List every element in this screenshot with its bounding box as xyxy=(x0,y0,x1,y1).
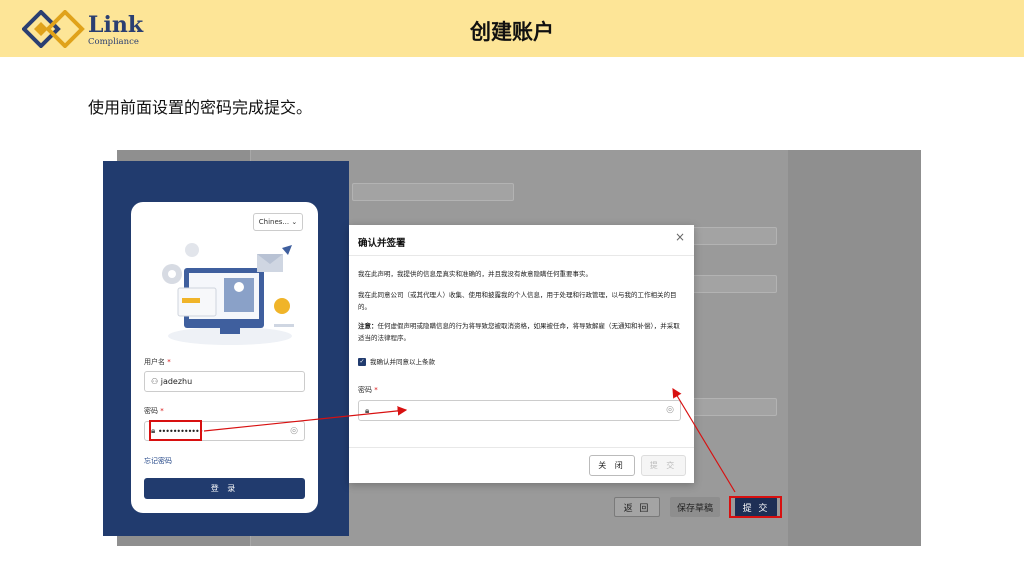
eye-off-icon[interactable]: ◎ xyxy=(666,405,674,415)
forgot-password-link[interactable]: 忘记密码 xyxy=(144,456,172,466)
highlight-box-submit xyxy=(729,496,782,518)
background-field xyxy=(692,275,777,293)
login-illustration xyxy=(162,243,294,345)
login-button[interactable]: 登 录 xyxy=(144,478,305,499)
agree-label: 我确认并同意以上条款 xyxy=(370,358,435,366)
language-select-value: Chines... xyxy=(258,218,290,226)
chevron-down-icon: ⌄ xyxy=(291,218,298,226)
user-icon: ⚇ xyxy=(151,377,159,386)
check-icon: ✓ xyxy=(359,358,365,365)
save-draft-button[interactable]: 保存草稿 xyxy=(670,497,720,517)
close-icon[interactable]: × xyxy=(675,230,685,244)
dialog-title: 确认并签署 xyxy=(358,238,406,249)
dialog-password-label: 密码 * xyxy=(358,386,378,394)
dialog-close-button[interactable]: 关 闭 xyxy=(589,455,635,476)
background-field xyxy=(692,398,777,416)
highlight-box-password xyxy=(149,420,202,441)
consent-text: 我在此同意公司（或其代理人）收集、使用和披露我的个人信息，用于处理和行政管理，以… xyxy=(358,291,677,311)
notice-text: 注意：任何虚假声明或隐瞒信息的行为将导致您被取消资格，如果被任命，将导致解雇（无… xyxy=(358,322,680,342)
eye-off-icon[interactable]: ◎ xyxy=(290,426,298,436)
background-field xyxy=(692,227,777,245)
slide-title: 创建账户 xyxy=(470,20,554,44)
dialog-submit-button[interactable]: 提 交 xyxy=(641,455,686,476)
username-label: 用户名 * xyxy=(144,358,171,366)
language-select[interactable]: Chines... ⌄ xyxy=(253,213,303,231)
lock-icon: 🔒︎ xyxy=(365,406,370,415)
background-select xyxy=(352,183,514,201)
username-input[interactable]: ⚇ jadezhu xyxy=(144,371,305,392)
confirm-dialog xyxy=(349,225,694,483)
username-value: jadezhu xyxy=(160,377,193,386)
password-label: 密码 * xyxy=(144,407,164,415)
dialog-password-input[interactable]: 🔒︎ ◎ xyxy=(358,400,681,421)
instruction-text: 使用前面设置的密码完成提交。 xyxy=(88,98,313,117)
back-button[interactable]: 返 回 xyxy=(614,497,660,517)
declaration-text: 我在此声明，我提供的信息是真实和准确的，并且我没有故意隐瞒任何重要事实。 xyxy=(358,270,592,278)
agree-checkbox[interactable]: ✓ xyxy=(358,358,366,366)
